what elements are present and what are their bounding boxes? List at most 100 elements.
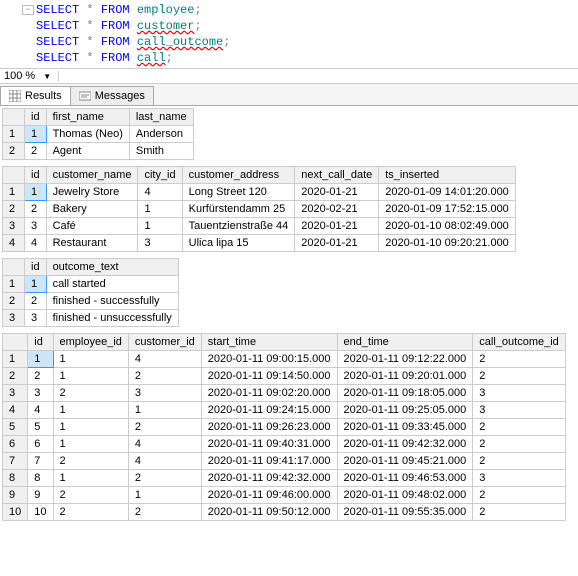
cell[interactable]: 1 — [53, 351, 128, 368]
cell[interactable]: 1 — [25, 126, 47, 143]
cell[interactable]: 2020-01-11 09:14:50.000 — [201, 368, 337, 385]
cell[interactable]: 2 — [128, 470, 201, 487]
cell[interactable]: 2020-01-11 09:00:15.000 — [201, 351, 337, 368]
cell[interactable]: 2 — [473, 436, 566, 453]
cell[interactable]: 2020-01-11 09:46:53.000 — [337, 470, 473, 487]
cell[interactable]: Smith — [129, 143, 193, 160]
cell[interactable]: 4 — [28, 402, 53, 419]
sql-editor[interactable]: −SELECT * FROM employee;SELECT * FROM cu… — [0, 0, 578, 69]
table-row[interactable]: 1010222020-01-11 09:50:12.0002020-01-11 … — [3, 504, 566, 521]
cell[interactable]: 1 — [53, 470, 128, 487]
table-row[interactable]: 77242020-01-11 09:41:17.0002020-01-11 09… — [3, 453, 566, 470]
cell[interactable]: 2 — [473, 351, 566, 368]
column-header[interactable]: city_id — [138, 167, 182, 184]
column-header[interactable]: end_time — [337, 334, 473, 351]
cell[interactable]: 2020-01-11 09:26:23.000 — [201, 419, 337, 436]
column-header[interactable]: customer_id — [128, 334, 201, 351]
row-number[interactable]: 8 — [3, 470, 28, 487]
table-row[interactable]: 55122020-01-11 09:26:23.0002020-01-11 09… — [3, 419, 566, 436]
cell[interactable]: 3 — [25, 310, 47, 327]
row-number[interactable]: 1 — [3, 276, 25, 293]
cell[interactable]: 2 — [53, 385, 128, 402]
row-number[interactable]: 5 — [3, 419, 28, 436]
cell[interactable]: 2 — [53, 487, 128, 504]
row-number[interactable]: 9 — [3, 487, 28, 504]
cell[interactable]: 2 — [53, 504, 128, 521]
cell[interactable]: call started — [46, 276, 178, 293]
cell[interactable]: 4 — [128, 436, 201, 453]
result-grid-customer[interactable]: idcustomer_namecity_idcustomer_addressne… — [2, 166, 516, 252]
cell[interactable]: 9 — [28, 487, 53, 504]
column-header[interactable]: next_call_date — [295, 167, 379, 184]
row-number[interactable]: 1 — [3, 126, 25, 143]
cell[interactable]: Kurfürstendamm 25 — [182, 201, 295, 218]
row-number[interactable]: 3 — [3, 218, 25, 235]
cell[interactable]: 2020-01-11 09:46:00.000 — [201, 487, 337, 504]
cell[interactable]: 2020-01-11 09:18:05.000 — [337, 385, 473, 402]
cell[interactable]: 2020-01-11 09:41:17.000 — [201, 453, 337, 470]
column-header[interactable]: id — [28, 334, 53, 351]
cell[interactable]: 2 — [473, 504, 566, 521]
cell[interactable]: 2020-01-11 09:24:15.000 — [201, 402, 337, 419]
column-header[interactable]: ts_inserted — [379, 167, 516, 184]
table-row[interactable]: 33finished - unsuccessfully — [3, 310, 179, 327]
table-row[interactable]: 99212020-01-11 09:46:00.0002020-01-11 09… — [3, 487, 566, 504]
cell[interactable]: 1 — [53, 419, 128, 436]
cell[interactable]: 3 — [28, 385, 53, 402]
row-number[interactable]: 3 — [3, 385, 28, 402]
column-header[interactable]: id — [25, 167, 47, 184]
table-row[interactable]: 44112020-01-11 09:24:15.0002020-01-11 09… — [3, 402, 566, 419]
editor-line[interactable]: −SELECT * FROM employee; — [4, 2, 578, 18]
code-text[interactable]: SELECT * FROM call_outcome; — [36, 34, 230, 50]
cell[interactable]: 7 — [28, 453, 53, 470]
cell[interactable]: 2020-01-11 09:55:35.000 — [337, 504, 473, 521]
row-number[interactable]: 3 — [3, 310, 25, 327]
cell[interactable]: Restaurant — [46, 235, 138, 252]
cell[interactable]: 3 — [138, 235, 182, 252]
cell[interactable]: 1 — [138, 218, 182, 235]
cell[interactable]: 2020-01-11 09:42:32.000 — [337, 436, 473, 453]
cell[interactable]: 2 — [473, 453, 566, 470]
cell[interactable]: Agent — [46, 143, 129, 160]
cell[interactable]: 1 — [53, 402, 128, 419]
cell[interactable]: 1 — [128, 402, 201, 419]
cell[interactable]: 2020-01-11 09:42:32.000 — [201, 470, 337, 487]
editor-line[interactable]: SELECT * FROM call_outcome; — [4, 34, 578, 50]
cell[interactable]: 1 — [28, 351, 53, 368]
cell[interactable]: 2020-01-21 — [295, 218, 379, 235]
row-number[interactable]: 4 — [3, 402, 28, 419]
column-header[interactable]: outcome_text — [46, 259, 178, 276]
column-header[interactable]: employee_id — [53, 334, 128, 351]
fold-icon[interactable]: − — [22, 5, 34, 15]
row-number[interactable]: 2 — [3, 201, 25, 218]
cell[interactable]: 2 — [473, 368, 566, 385]
cell[interactable]: 2020-01-11 09:45:21.000 — [337, 453, 473, 470]
results-panel[interactable]: idfirst_namelast_name11Thomas (Neo)Ander… — [0, 106, 578, 576]
cell[interactable]: 1 — [53, 436, 128, 453]
column-header[interactable]: id — [25, 109, 47, 126]
code-text[interactable]: SELECT * FROM employee; — [36, 2, 202, 18]
cell[interactable]: 2020-01-09 14:01:20.000 — [379, 184, 516, 201]
table-row[interactable]: 22finished - successfully — [3, 293, 179, 310]
row-number[interactable]: 10 — [3, 504, 28, 521]
cell[interactable]: 1 — [138, 201, 182, 218]
table-row[interactable]: 22Bakery1Kurfürstendamm 252020-02-212020… — [3, 201, 516, 218]
table-row[interactable]: 11142020-01-11 09:00:15.0002020-01-11 09… — [3, 351, 566, 368]
column-header[interactable]: first_name — [46, 109, 129, 126]
table-row[interactable]: 22122020-01-11 09:14:50.0002020-01-11 09… — [3, 368, 566, 385]
result-grid-employee[interactable]: idfirst_namelast_name11Thomas (Neo)Ander… — [2, 108, 194, 160]
row-number[interactable]: 7 — [3, 453, 28, 470]
cell[interactable]: 2020-01-11 09:33:45.000 — [337, 419, 473, 436]
cell[interactable]: 2020-01-11 09:48:02.000 — [337, 487, 473, 504]
cell[interactable]: 2 — [53, 453, 128, 470]
column-header[interactable]: last_name — [129, 109, 193, 126]
row-number[interactable]: 2 — [3, 293, 25, 310]
result-grid-call[interactable]: idemployee_idcustomer_idstart_timeend_ti… — [2, 333, 566, 521]
table-row[interactable]: 33Café1Tauentzienstraße 442020-01-212020… — [3, 218, 516, 235]
cell[interactable]: 2 — [25, 143, 47, 160]
table-row[interactable]: 22AgentSmith — [3, 143, 194, 160]
column-header[interactable]: id — [25, 259, 47, 276]
cell[interactable]: 3 — [473, 385, 566, 402]
cell[interactable]: 2020-01-21 — [295, 184, 379, 201]
cell[interactable]: Ulica lipa 15 — [182, 235, 295, 252]
